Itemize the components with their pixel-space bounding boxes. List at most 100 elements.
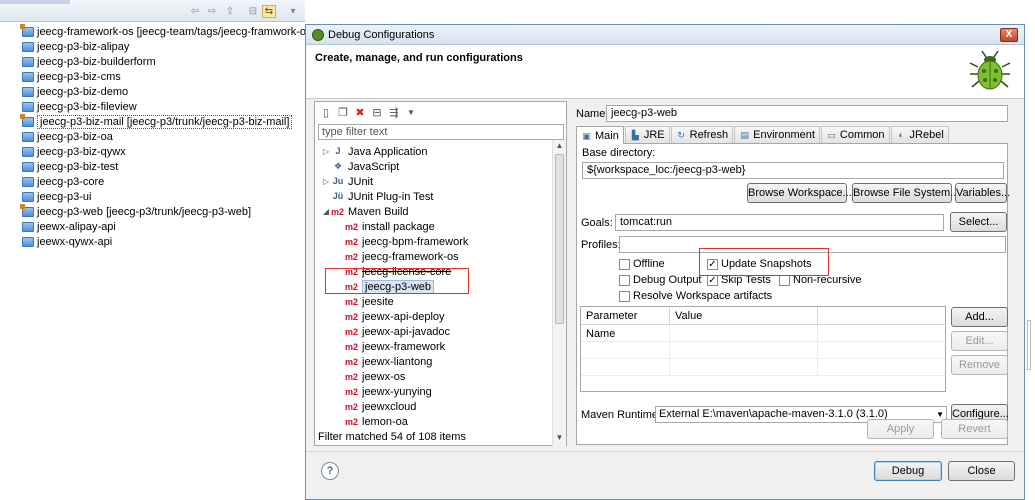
project-item[interactable]: jeecg-p3-web [jeecg-p3/trunk/jeecg-p3-we… xyxy=(20,203,251,219)
project-item[interactable]: jeecg-p3-biz-test xyxy=(22,159,118,174)
project-item[interactable]: jeecg-p3-ui xyxy=(22,189,91,204)
project-item[interactable]: jeecg-p3-biz-qywx xyxy=(22,144,126,159)
collapsed-arrow-icon[interactable]: ▷ xyxy=(321,147,331,156)
tree-item[interactable]: m2 jeewx-framework xyxy=(345,339,445,354)
forward-icon[interactable]: ⇨ xyxy=(205,5,219,18)
explorer-tab-edge xyxy=(0,0,70,4)
up-icon[interactable]: ⇧ xyxy=(223,5,237,18)
parameter-table[interactable]: Parameter Name Value xyxy=(580,306,946,392)
add-parameter-button[interactable]: Add... xyxy=(951,307,1008,327)
project-item[interactable]: jeecg-p3-core xyxy=(22,174,104,189)
offline-label: Offline xyxy=(633,258,665,270)
close-icon[interactable]: X xyxy=(1000,28,1018,42)
goals-field[interactable]: tomcat:run xyxy=(615,214,944,231)
close-button[interactable]: Close xyxy=(948,461,1015,481)
filter-icon[interactable]: ⇶ xyxy=(387,106,401,120)
tree-category[interactable]: ❖ JavaScript xyxy=(321,159,399,174)
offline-checkbox[interactable]: Offline xyxy=(619,258,665,270)
tree-item[interactable]: m2 jeewx-liantong xyxy=(345,354,432,369)
base-dir-field[interactable]: ${workspace_loc:/jeecg-p3-web} xyxy=(582,162,1004,179)
project-folder-icon xyxy=(22,146,34,157)
remove-parameter-button[interactable]: Remove xyxy=(951,355,1008,375)
tree-category[interactable]: ▷ J Java Application xyxy=(321,144,428,159)
tree-item[interactable]: m2 jeecg-bpm-framework xyxy=(345,234,468,249)
tree-category[interactable]: ◢ m2 Maven Build xyxy=(321,204,409,219)
project-item[interactable]: jeecg-p3-biz-demo xyxy=(22,84,128,99)
tab-common[interactable]: ▭ Common xyxy=(820,126,890,143)
collapse-all-icon[interactable]: ⊟ xyxy=(246,5,260,18)
tab-environment[interactable]: ▤ Environment xyxy=(734,126,820,143)
maven-icon: m2 xyxy=(345,296,359,307)
tree-item[interactable]: m2 install package xyxy=(345,219,435,234)
resolve-workspace-checkbox-box[interactable] xyxy=(619,290,630,302)
tree-item[interactable]: m2 jeewxcloud xyxy=(345,399,416,414)
variables-button[interactable]: Variables... xyxy=(955,183,1010,203)
browse-workspace-button[interactable]: Browse Workspace... xyxy=(747,183,852,203)
debug-output-checkbox[interactable]: Debug Output xyxy=(619,274,702,286)
resolve-workspace-checkbox[interactable]: Resolve Workspace artifacts xyxy=(619,290,772,302)
tree-category[interactable]: ▷ Ju JUnit xyxy=(321,174,373,189)
tree-item-label: JavaScript xyxy=(348,160,400,173)
scroll-up-icon[interactable]: ▲ xyxy=(553,141,566,153)
non-recursive-checkbox-box[interactable] xyxy=(779,274,790,286)
filter-input[interactable] xyxy=(318,124,564,140)
edit-parameter-button[interactable]: Edit... xyxy=(951,331,1008,351)
project-item[interactable]: jeewx-qywx-api xyxy=(22,234,112,249)
tree-item[interactable]: m2 jeewx-os xyxy=(345,369,405,384)
tree-scrollbar[interactable]: ▲ ▼ xyxy=(552,140,566,446)
apply-button[interactable]: Apply xyxy=(867,419,934,439)
tree-item[interactable]: m2 jeesite xyxy=(345,294,394,309)
delete-icon[interactable]: ✖ xyxy=(353,106,367,120)
table-row[interactable] xyxy=(581,325,945,342)
tree-item-label: jeecg-bpm-framework xyxy=(362,235,469,248)
project-item[interactable]: jeecg-p3-biz-fileview xyxy=(22,99,137,114)
tree-item[interactable]: m2 lemon-oa xyxy=(345,414,408,429)
parameter-value-header[interactable]: Value xyxy=(670,307,818,324)
revert-button[interactable]: Revert xyxy=(941,419,1008,439)
project-label: jeecg-p3-biz-qywx xyxy=(37,145,126,158)
collapsed-arrow-icon[interactable]: ▷ xyxy=(321,177,331,186)
button-bar-separator xyxy=(306,451,1024,452)
browse-file-system-button[interactable]: Browse File System... xyxy=(852,183,959,203)
offline-checkbox-box[interactable] xyxy=(619,258,630,270)
link-with-editor-icon[interactable]: ⇆ xyxy=(262,5,276,18)
new-config-icon[interactable]: ▯ xyxy=(319,106,333,120)
scroll-down-icon[interactable]: ▼ xyxy=(553,433,566,445)
table-row[interactable] xyxy=(581,342,945,359)
tree-item[interactable]: m2 jeecg-framework-os xyxy=(345,249,459,264)
tab-refresh[interactable]: ↻ Refresh xyxy=(670,126,734,143)
tree-category[interactable]: Jü JUnit Plug-in Test xyxy=(321,189,434,204)
tab-main[interactable]: ▣ Main xyxy=(576,126,624,144)
maven-icon: m2 xyxy=(345,416,359,427)
project-item[interactable]: jeecg-p3-biz-alipay xyxy=(22,39,129,54)
back-icon[interactable]: ⇦ xyxy=(188,5,202,18)
tree-item[interactable]: m2 jeewx-yunying xyxy=(345,384,432,399)
name-field[interactable]: jeecg-p3-web xyxy=(606,105,1008,122)
project-item[interactable]: jeecg-framework-os [jeecg-team/tags/jeec… xyxy=(20,23,315,39)
project-item[interactable]: jeecg-p3-biz-mail [jeecg-p3/trunk/jeecg-… xyxy=(20,113,293,129)
debug-output-checkbox-box[interactable] xyxy=(619,274,630,286)
select-goals-button[interactable]: Select... xyxy=(950,212,1007,232)
help-icon[interactable]: ? xyxy=(321,462,339,480)
parameter-name-header[interactable]: Parameter Name xyxy=(581,307,670,340)
project-item[interactable]: jeewx-alipay-api xyxy=(22,219,116,234)
debug-button[interactable]: Debug xyxy=(874,461,942,481)
view-menu-icon[interactable]: ▾ xyxy=(286,5,300,18)
project-item[interactable]: jeecg-p3-biz-oa xyxy=(22,129,113,144)
tab-common-icon: ▭ xyxy=(827,130,836,140)
project-label: jeecg-p3-biz-fileview xyxy=(37,100,137,113)
tab-jre[interactable]: ▙ JRE xyxy=(624,126,670,143)
collapse-all-icon[interactable]: ⊟ xyxy=(370,106,384,120)
skip-tests-checkbox-box[interactable]: ✓ xyxy=(707,274,718,286)
project-item[interactable]: jeecg-p3-biz-cms xyxy=(22,69,121,84)
scroll-thumb[interactable] xyxy=(555,154,564,324)
expanded-arrow-icon[interactable]: ◢ xyxy=(321,207,331,216)
project-item[interactable]: jeecg-p3-biz-builderform xyxy=(22,54,156,69)
tree-item[interactable]: m2 jeewx-api-deploy xyxy=(345,309,445,324)
tab-jrebel[interactable]: ◐ JRebel xyxy=(890,126,949,143)
table-row[interactable] xyxy=(581,359,945,376)
chevron-down-icon[interactable]: ▼ xyxy=(404,106,418,120)
duplicate-icon[interactable]: ❐ xyxy=(336,106,350,120)
tree-item[interactable]: m2 jeewx-api-javadoc xyxy=(345,324,450,339)
project-label: jeecg-p3-ui xyxy=(37,190,92,203)
